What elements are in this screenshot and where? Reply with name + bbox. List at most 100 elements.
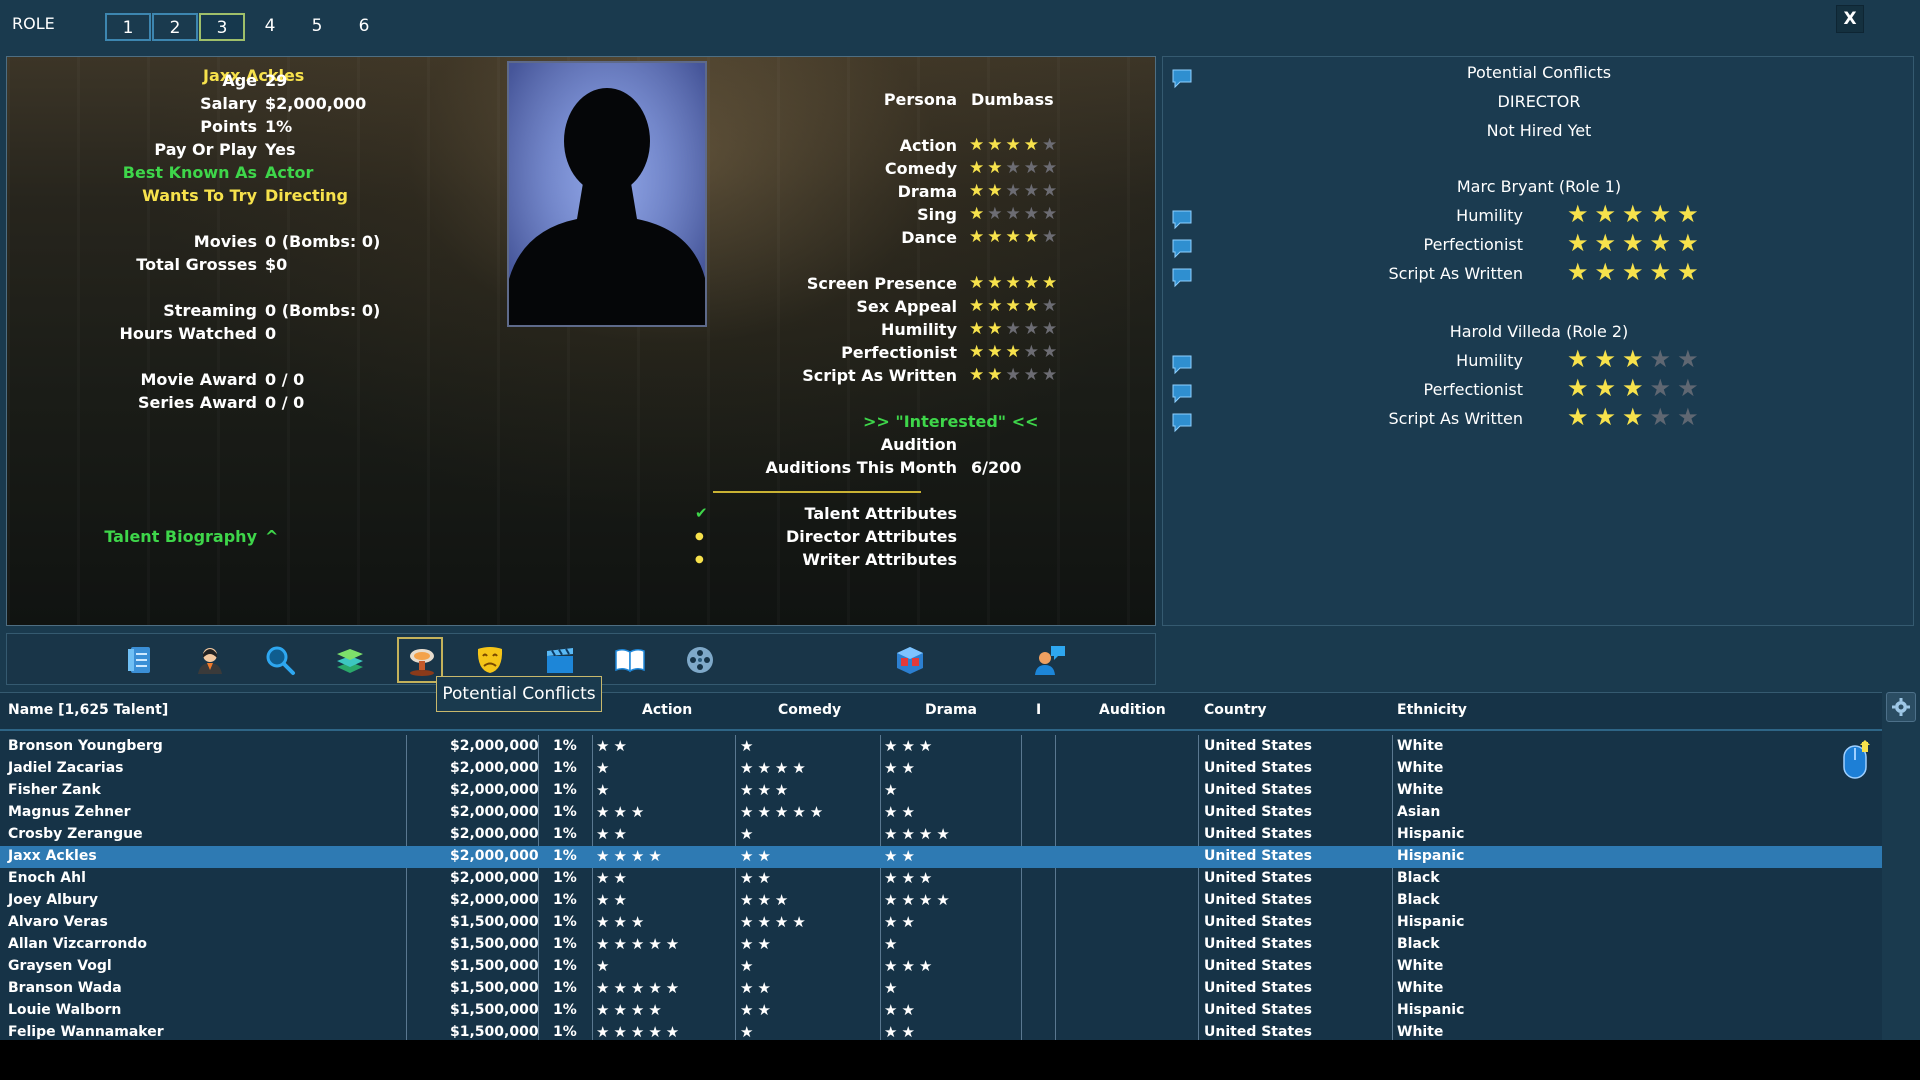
cell-salary: $1,500,000 [450, 1024, 539, 1040]
cell-points: 1% [553, 826, 577, 842]
cell-country: United States [1204, 1024, 1312, 1040]
role-tab-3[interactable]: 3 [199, 13, 245, 41]
cell-salary: $2,000,000 [450, 782, 539, 798]
app-window: ROLE 1 2 3 4 5 6 X Jaxx Ackles Age 29 Sala… [0, 0, 1920, 1041]
header-i[interactable]: I [1036, 702, 1041, 718]
cell-comedy-stars: ★★ [740, 1001, 775, 1019]
cell-country: United States [1204, 958, 1312, 974]
table-row[interactable]: Enoch Ahl $2,000,000 1% United States Black ★… [0, 868, 1882, 890]
toolbar-tooltip: Potential Conflicts [436, 676, 602, 712]
notes-button[interactable] [117, 637, 163, 683]
scroll-mouse-icon[interactable] [1840, 740, 1872, 782]
cell-country: United States [1204, 760, 1312, 776]
talent-profile-button[interactable] [187, 637, 233, 683]
role-tab-6[interactable]: 6 [341, 13, 387, 41]
table-row[interactable]: Jaxx Ackles $2,000,000 1% United States Hisp… [0, 846, 1882, 868]
table-row[interactable]: Branson Wada $1,500,000 1% United States Whi… [0, 978, 1882, 1000]
search-button[interactable] [257, 637, 303, 683]
table-row[interactable]: Alvaro Veras $1,500,000 1% United States His… [0, 912, 1882, 934]
cell-ethnicity: Hispanic [1397, 826, 1465, 842]
skill-drama-label: Drama [897, 182, 957, 201]
field-streaming-value: 0 (Bombs: 0) [265, 301, 381, 320]
table-row[interactable]: Allan Vizcarrondo $1,500,000 1% United Stat… [0, 934, 1882, 956]
attribute-talent-attributes[interactable]: Talent Attributes [707, 504, 957, 523]
cell-ethnicity: Hispanic [1397, 1002, 1465, 1018]
cell-salary: $1,500,000 [450, 914, 539, 930]
cell-salary: $2,000,000 [450, 870, 539, 886]
table-row[interactable]: Jadiel Zacarias $2,000,000 1% United States… [0, 758, 1882, 780]
cell-action-stars: ★★★ [596, 803, 649, 821]
cell-comedy-stars: ★★ [740, 847, 775, 865]
attribute-check-icon[interactable]: ✔ [695, 504, 708, 522]
cell-name: Louie Walborn [8, 1002, 122, 1018]
talent-chat-icon [1035, 646, 1065, 675]
table-row[interactable]: Graysen Vogl $1,500,000 1% United States Whi… [0, 956, 1882, 978]
table-row[interactable]: Fisher Zank $2,000,000 1% United States Whit… [0, 780, 1882, 802]
divider [713, 491, 921, 493]
role-tab-2[interactable]: 2 [152, 13, 198, 41]
conflict-trait-perfectionist: Perfectionist [1423, 235, 1523, 254]
table-row[interactable]: Louie Walborn $1,500,000 1% United States Hi… [0, 1000, 1882, 1022]
attribute-writer-attributes[interactable]: Writer Attributes [707, 550, 957, 569]
table-row[interactable]: Joey Albury $2,000,000 1% United States Blac… [0, 890, 1882, 912]
role-tab-4[interactable]: 4 [247, 13, 293, 41]
close-button[interactable]: X [1836, 5, 1864, 33]
attribute-director-attributes[interactable]: Director Attributes [707, 527, 957, 546]
field-best-known-as-label: Best Known As [122, 163, 257, 182]
field-total-grosses-label: Total Grosses [136, 255, 257, 274]
cell-action-stars: ★★★★★ [596, 1023, 684, 1041]
header-drama[interactable]: Drama [925, 702, 977, 718]
cell-action-stars: ★★★★ [596, 847, 666, 865]
cell-drama-stars: ★★ [884, 847, 919, 865]
drama-masks-icon [477, 647, 503, 673]
cell-comedy-stars: ★★★ [740, 891, 793, 909]
field-hours-watched-label: Hours Watched [119, 324, 257, 343]
trait-perfectionist-label: Perfectionist [841, 343, 957, 362]
table-row[interactable]: Bronson Youngberg $2,000,000 1% United Stat… [0, 736, 1882, 758]
trait-sex-appeal-stars: ★★★★★ [969, 296, 1061, 316]
field-wants-to-try-label: Wants To Try [142, 186, 257, 205]
notes-icon [128, 647, 150, 673]
conflicts-title: Potential Conflicts [1466, 63, 1612, 82]
table-settings-button[interactable] [1886, 692, 1916, 722]
header-audition[interactable]: Audition [1099, 702, 1166, 718]
attribute-bullet-icon[interactable]: ● [695, 554, 704, 565]
role-tab-1[interactable]: 1 [105, 13, 151, 41]
cell-name: Magnus Zehner [8, 804, 131, 820]
cell-drama-stars: ★★★ [884, 869, 937, 887]
field-movie-award-label: Movie Award [140, 370, 257, 389]
3d-view-button[interactable] [887, 637, 933, 683]
table-row[interactable]: Crosby Zerangue $2,000,000 1% United States… [0, 824, 1882, 846]
cell-points: 1% [553, 782, 577, 798]
role-tab-5[interactable]: 5 [294, 13, 340, 41]
cell-drama-stars: ★★ [884, 759, 919, 777]
talent-chat-button[interactable] [1027, 637, 1073, 683]
attribute-bullet-icon[interactable]: ● [695, 531, 704, 542]
cell-points: 1% [553, 958, 577, 974]
skill-dance-stars: ★★★★★ [969, 227, 1061, 247]
book-button[interactable] [607, 637, 653, 683]
cell-name: Graysen Vogl [8, 958, 112, 974]
header-action[interactable]: Action [642, 702, 692, 718]
biography-caret-icon[interactable]: ^ [265, 527, 278, 546]
layers-button[interactable] [327, 637, 373, 683]
talent-biography-link[interactable]: Talent Biography [67, 527, 257, 546]
conflict-trait-script-as-written: Script As Written [1388, 264, 1523, 283]
cell-salary: $1,500,000 [450, 958, 539, 974]
layers-icon [337, 649, 363, 673]
field-series-award-label: Series Award [138, 393, 257, 412]
audition-button[interactable]: Audition [787, 435, 957, 454]
conflict-trait-script-as-written: Script As Written [1388, 409, 1523, 428]
cell-ethnicity: Black [1397, 892, 1440, 908]
header-comedy[interactable]: Comedy [778, 702, 841, 718]
header-ethnicity[interactable]: Ethnicity [1397, 702, 1467, 718]
header-name[interactable]: Name [1,625 Talent] [8, 702, 168, 718]
header-country[interactable]: Country [1204, 702, 1267, 718]
top-bar: ROLE 1 2 3 4 5 6 X [0, 0, 1920, 50]
cell-ethnicity: White [1397, 980, 1444, 996]
cell-comedy-stars: ★★★★ [740, 913, 810, 931]
film-reel-button[interactable] [677, 637, 723, 683]
table-row[interactable]: Magnus Zehner $2,000,000 1% United States As… [0, 802, 1882, 824]
cell-comedy-stars: ★★★ [740, 781, 793, 799]
interest-status: >> "Interested" << [863, 412, 1039, 431]
